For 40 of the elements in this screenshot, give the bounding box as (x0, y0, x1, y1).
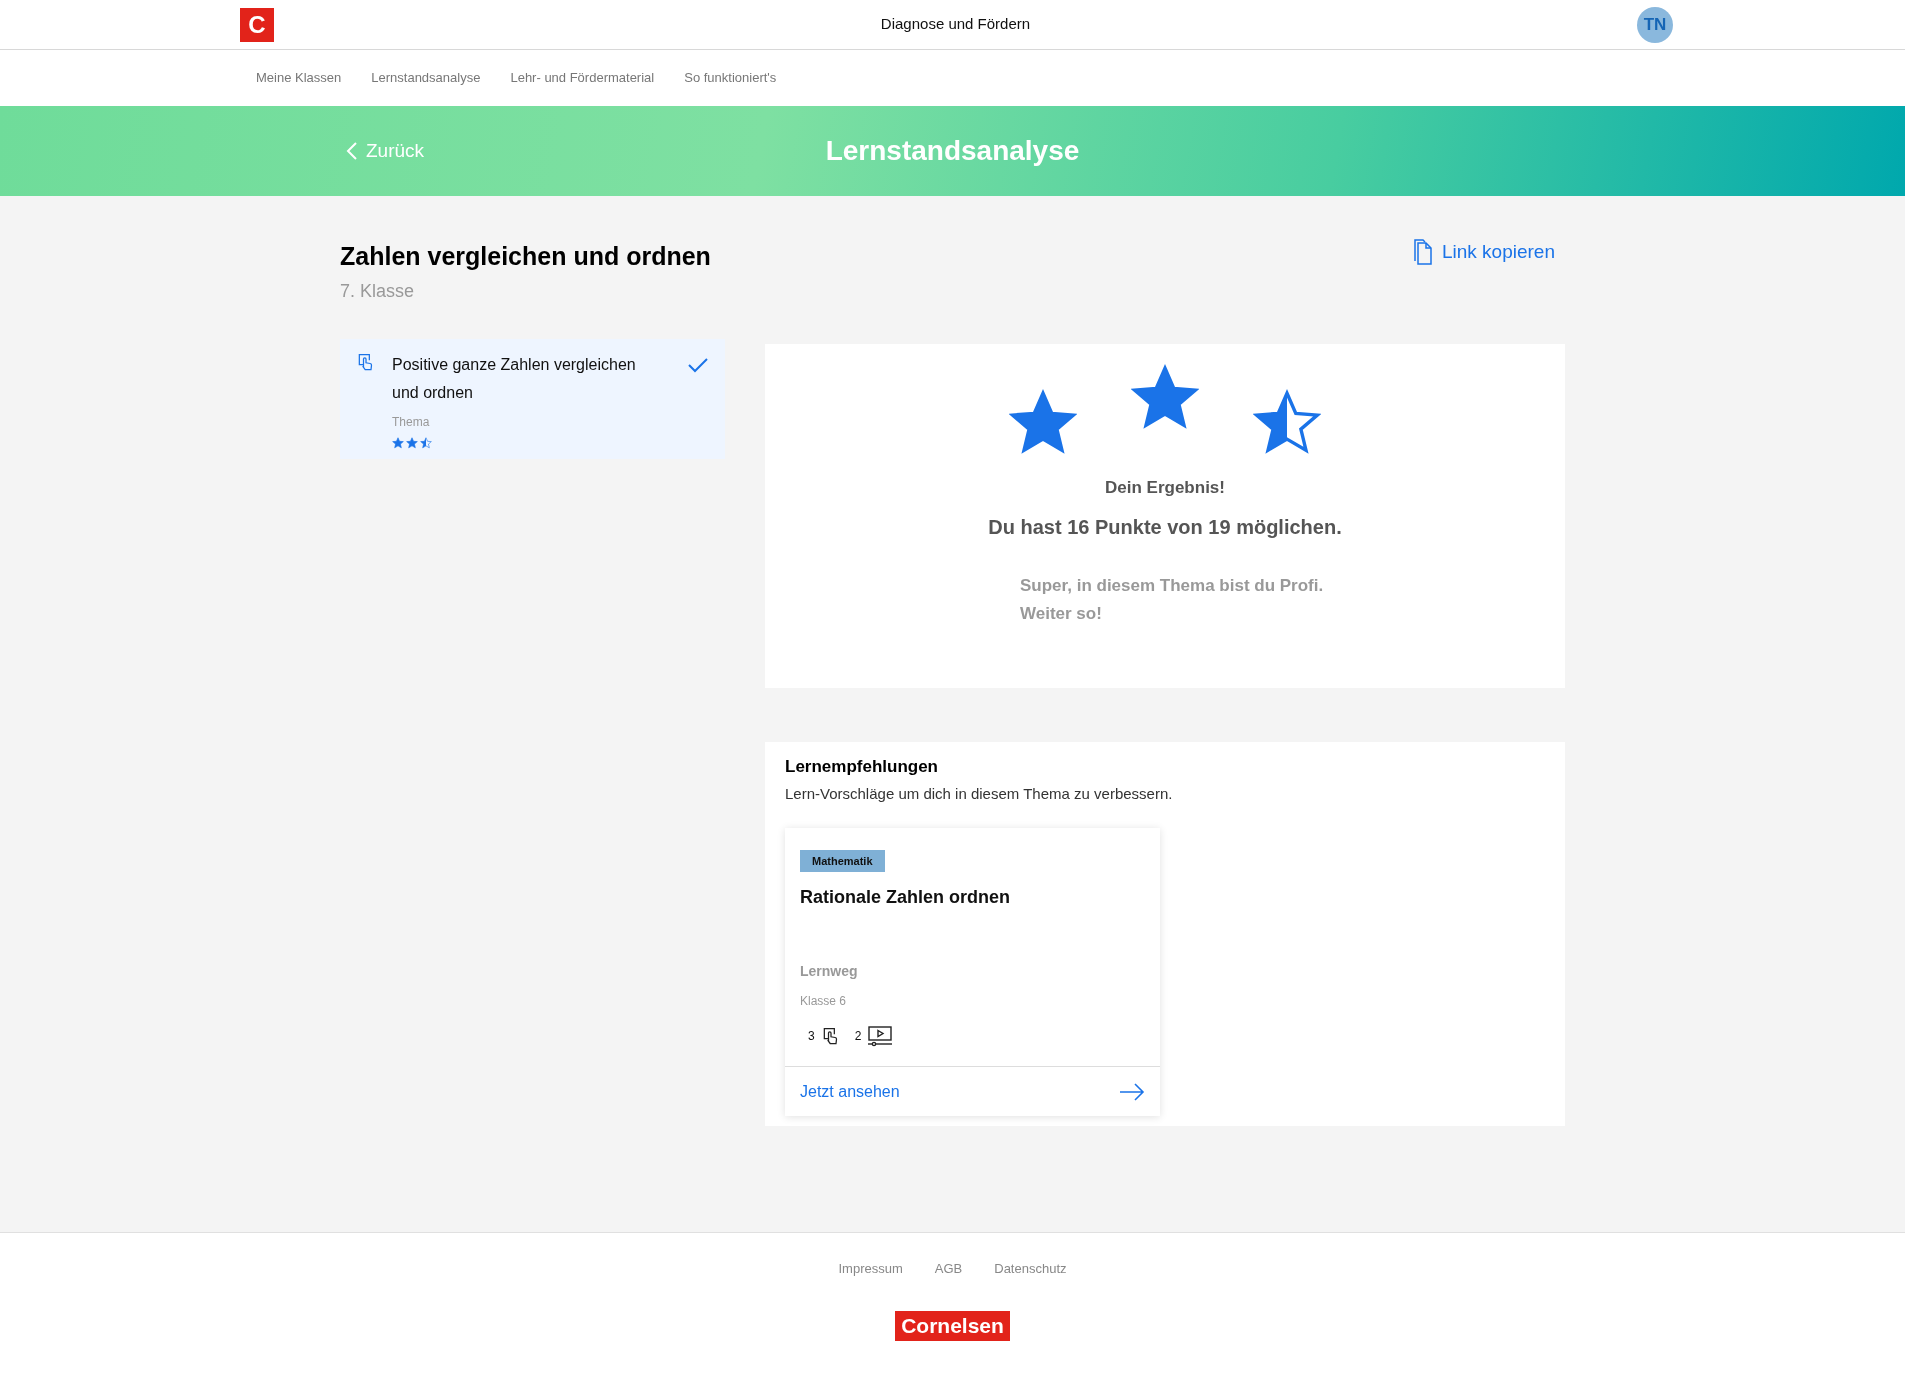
card-title: Rationale Zahlen ordnen (800, 886, 1012, 909)
result-heading: Dein Ergebnis! (1105, 476, 1225, 499)
topic-type: Thema (392, 413, 431, 431)
count-label: 2 (854, 1028, 862, 1045)
banner-title: Lernstandsanalyse (825, 134, 1080, 168)
star-icon (420, 436, 432, 449)
star-icon (1009, 388, 1077, 457)
result-score: Du hast 16 Punkte von 19 möglichen. (988, 515, 1342, 540)
logo[interactable]: C (240, 7, 274, 42)
arrow-right-icon (1119, 1082, 1145, 1101)
star-icon (1253, 388, 1321, 457)
footer-link[interactable]: Impressum (838, 1259, 903, 1279)
nav-link[interactable]: Lehr- und Fördermaterial (510, 68, 655, 88)
star-icon (406, 436, 418, 449)
star-icon (392, 436, 404, 449)
nav-link[interactable]: So funktioniert's (684, 68, 777, 88)
nav-link[interactable]: Meine Klassen (256, 68, 342, 88)
topic-item[interactable]: Positive ganze Zahlen vergleichen und ordnen Thema (340, 338, 725, 459)
footer-link[interactable]: AGB (934, 1259, 963, 1279)
section-subtitle: Lern-Vorschläge um dich in diesem Thema zu verbessern. (785, 784, 1174, 804)
page-title: Zahlen vergleichen und ordnen (340, 241, 711, 272)
subject-tag: Mathematik (800, 849, 885, 872)
copy-icon (1411, 238, 1434, 267)
count-label: 3 (808, 1028, 815, 1045)
app-title: Diagnose und Fördern (880, 14, 1031, 35)
view-link[interactable]: Jetzt ansehen (785, 1066, 1160, 1116)
star-icon (1131, 363, 1199, 432)
topic-title: Positive ganze Zahlen vergleichen und ordnen (392, 354, 637, 403)
section-title: Lernempfehlungen (785, 755, 939, 778)
copy-link[interactable]: Link kopieren (1411, 238, 1555, 267)
brand-logo[interactable]: Cornelsen (895, 1310, 1010, 1341)
page-subtitle: 7. Klasse (340, 279, 416, 303)
footer-link[interactable]: Datenschutz (994, 1259, 1067, 1279)
card-type: Lernweg (800, 962, 859, 981)
result-message: Super, in diesem Thema bist du Profi. Weiter so! (1020, 575, 1325, 625)
user-avatar[interactable]: TN (1637, 6, 1673, 43)
chevron-left-icon (346, 141, 358, 161)
video-icon (867, 1025, 894, 1047)
card-grade: Klasse 6 (800, 993, 848, 1010)
nav-link[interactable]: Lernstandsanalyse (371, 68, 481, 88)
